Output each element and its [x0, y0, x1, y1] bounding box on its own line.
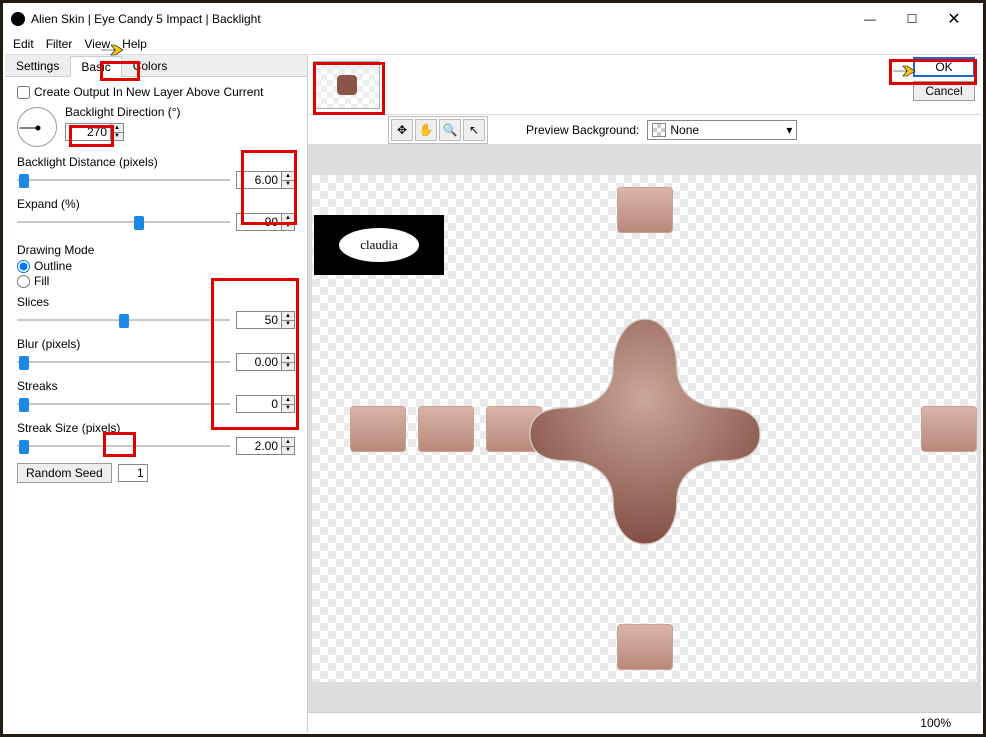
direction-spinner[interactable]: ▲▼	[111, 123, 124, 141]
preview-bg-label: Preview Background:	[526, 123, 639, 137]
menu-view[interactable]: View	[84, 37, 110, 51]
tabs-row: Settings Basic Colors	[5, 55, 307, 77]
streaksize-slider[interactable]	[17, 437, 230, 455]
streaks-spinner[interactable]: ▲▼	[282, 395, 295, 413]
preview-thumbnail[interactable]	[314, 61, 380, 109]
streaksize-input[interactable]	[236, 437, 282, 455]
zoom-tool-icon[interactable]: 🔍	[439, 119, 461, 141]
slices-slider[interactable]	[17, 311, 230, 329]
preview-panel: OK Cancel ✥ ✋ 🔍 ↖ Preview Background: No…	[308, 55, 981, 732]
menubar: Edit Filter View Help	[5, 33, 981, 55]
settings-panel: Settings Basic Colors Create Output In N…	[5, 55, 308, 732]
streaks-label: Streaks	[17, 379, 295, 393]
direction-label: Backlight Direction (°)	[65, 105, 181, 119]
cancel-button[interactable]: Cancel	[913, 81, 975, 101]
chevron-down-icon: ▾	[786, 123, 792, 137]
radio-fill[interactable]	[17, 275, 30, 288]
tool-group: ✥ ✋ 🔍 ↖	[388, 116, 488, 144]
minimize-button[interactable]: —	[849, 7, 891, 31]
shape-piece-bottom	[617, 624, 673, 670]
menu-edit[interactable]: Edit	[13, 37, 34, 51]
shape-piece-right	[921, 406, 977, 452]
blur-spinner[interactable]: ▲▼	[282, 353, 295, 371]
expand-slider[interactable]	[17, 213, 230, 231]
menu-help[interactable]: Help	[122, 37, 147, 51]
slices-label: Slices	[17, 295, 295, 309]
shape-piece-left-1	[350, 406, 406, 452]
watermark-stamp: claudia	[314, 215, 444, 275]
slices-spinner[interactable]: ▲▼	[282, 311, 295, 329]
distance-label: Backlight Distance (pixels)	[17, 155, 295, 169]
preview-area[interactable]: claudia	[308, 145, 981, 712]
distance-input[interactable]	[236, 171, 282, 189]
tab-settings[interactable]: Settings	[5, 55, 70, 76]
app-icon	[11, 12, 25, 26]
tab-basic[interactable]: Basic	[70, 56, 121, 77]
blur-slider[interactable]	[17, 353, 230, 371]
distance-slider[interactable]	[17, 171, 230, 189]
hand-tool-icon[interactable]: ✋	[415, 119, 437, 141]
zoom-level: 100%	[920, 716, 951, 730]
radio-outline-label: Outline	[34, 259, 72, 273]
streaks-input[interactable]	[236, 395, 282, 413]
distance-spinner[interactable]: ▲▼	[282, 171, 295, 189]
expand-input[interactable]	[236, 213, 282, 231]
radio-outline[interactable]	[17, 260, 30, 273]
maximize-button[interactable]: ☐	[891, 7, 933, 31]
drawing-mode-label: Drawing Mode	[17, 243, 295, 257]
tab-colors[interactable]: Colors	[122, 55, 179, 76]
slices-input[interactable]	[236, 311, 282, 329]
expand-spinner[interactable]: ▲▼	[282, 213, 295, 231]
window-title: Alien Skin | Eye Candy 5 Impact | Backli…	[31, 12, 849, 26]
streaks-slider[interactable]	[17, 395, 230, 413]
preview-bg-select[interactable]: None ▾	[647, 120, 797, 140]
shape-piece-top	[617, 187, 673, 233]
backlight-shape	[515, 299, 775, 559]
streaksize-spinner[interactable]: ▲▼	[282, 437, 295, 455]
random-seed-input[interactable]	[118, 464, 148, 482]
random-seed-button[interactable]: Random Seed	[17, 463, 112, 483]
blur-input[interactable]	[236, 353, 282, 371]
pointer-tool-icon[interactable]: ↖	[463, 119, 485, 141]
shape-piece-left-2	[418, 406, 474, 452]
create-output-label: Create Output In New Layer Above Current	[34, 85, 263, 99]
nav-tool-icon[interactable]: ✥	[391, 119, 413, 141]
titlebar: Alien Skin | Eye Candy 5 Impact | Backli…	[5, 5, 981, 33]
streaksize-label: Streak Size (pixels)	[17, 421, 295, 435]
expand-label: Expand (%)	[17, 197, 295, 211]
menu-filter[interactable]: Filter	[46, 37, 73, 51]
direction-dial[interactable]	[17, 107, 57, 147]
close-button[interactable]: ✕	[933, 7, 975, 31]
transparency-swatch-icon	[652, 123, 666, 137]
create-output-checkbox[interactable]	[17, 86, 30, 99]
ok-button[interactable]: OK	[913, 57, 975, 77]
blur-label: Blur (pixels)	[17, 337, 295, 351]
preview-bg-value: None	[670, 123, 699, 137]
direction-input[interactable]	[65, 123, 111, 141]
radio-fill-label: Fill	[34, 274, 49, 288]
status-bar: 100%	[308, 712, 981, 732]
